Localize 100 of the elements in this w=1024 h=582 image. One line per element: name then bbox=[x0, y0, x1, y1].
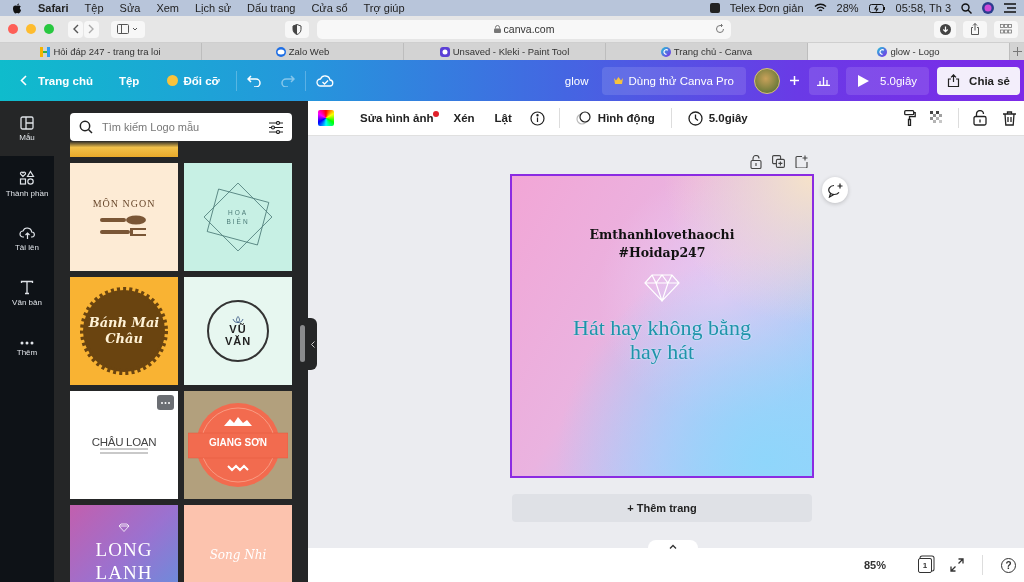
chevron-left-icon bbox=[310, 340, 315, 348]
clock[interactable]: 05:58, Th 3 bbox=[895, 2, 951, 14]
search-bar[interactable]: Tìm kiếm Logo mẫu bbox=[70, 113, 292, 141]
site-icon bbox=[439, 46, 450, 57]
collapse-panel-button[interactable] bbox=[308, 318, 317, 370]
template-card[interactable]: VŨ VĂN bbox=[184, 277, 292, 385]
template-card[interactable]: MÔN NGON bbox=[70, 163, 178, 271]
design-canvas[interactable]: Emthanhlovethaochi #Hoidap247 Hát hay không bằng hay hát bbox=[510, 174, 814, 478]
share-button[interactable]: Chia sẻ bbox=[937, 66, 1020, 95]
site-icon bbox=[40, 46, 51, 57]
search-icon[interactable] bbox=[961, 2, 972, 14]
layout-icon bbox=[20, 115, 34, 130]
tab-overview-button[interactable] bbox=[994, 20, 1018, 38]
menu-item[interactable]: Tệp bbox=[84, 2, 104, 14]
share-icon bbox=[970, 23, 980, 35]
scrollbar-thumb[interactable] bbox=[300, 325, 305, 362]
input-method-label[interactable]: Telex Đơn giản bbox=[729, 2, 804, 14]
template-title: MÔN NGON bbox=[92, 197, 156, 209]
crop-button[interactable]: Xén bbox=[445, 108, 483, 128]
diamond-icon bbox=[644, 274, 680, 302]
cloud-upload-icon bbox=[18, 225, 36, 240]
menu-item[interactable]: Sửa bbox=[119, 2, 141, 14]
back-button[interactable] bbox=[68, 20, 83, 38]
new-tab-icon[interactable] bbox=[1012, 47, 1022, 56]
unlock-icon[interactable] bbox=[750, 155, 762, 169]
info-icon[interactable] bbox=[529, 110, 545, 126]
privacy-shield-button[interactable] bbox=[285, 20, 309, 38]
clock-icon bbox=[687, 110, 703, 126]
transparency-icon[interactable] bbox=[930, 111, 944, 125]
add-comment-button[interactable] bbox=[822, 177, 848, 203]
sidebar-item[interactable]: Tải lên bbox=[0, 211, 54, 266]
battery-icon[interactable] bbox=[868, 3, 886, 13]
zoom-level[interactable]: 85% bbox=[863, 559, 886, 571]
flip-button[interactable]: Lật bbox=[486, 108, 520, 128]
address-bar[interactable]: canva.com bbox=[317, 19, 731, 39]
page-count[interactable]: 1 bbox=[918, 557, 932, 573]
template-card[interactable]: LONG LANH bbox=[70, 505, 178, 582]
battery-percent: 28% bbox=[836, 2, 859, 14]
apple-logo-icon[interactable] bbox=[12, 2, 22, 14]
circle-frame-drawing bbox=[206, 299, 270, 363]
template-card[interactable] bbox=[70, 141, 178, 157]
add-icon[interactable] bbox=[790, 76, 799, 85]
present-button[interactable]: 5.0giây bbox=[846, 66, 930, 95]
design-title[interactable]: glow bbox=[564, 74, 589, 87]
cloud-check-icon[interactable] bbox=[315, 74, 334, 87]
avatar[interactable] bbox=[754, 67, 780, 94]
more-icon bbox=[20, 340, 34, 345]
paint-roller-icon[interactable] bbox=[904, 110, 916, 126]
add-page-icon[interactable] bbox=[795, 155, 808, 168]
wifi-icon[interactable] bbox=[813, 3, 827, 13]
sidebar-item[interactable]: Thành phần bbox=[0, 156, 54, 211]
menu-item[interactable]: Dấu trang bbox=[247, 2, 296, 14]
download-button[interactable] bbox=[934, 20, 956, 38]
shapes-icon bbox=[19, 169, 35, 186]
template-card[interactable]: CHÂU LOAN bbox=[70, 391, 178, 499]
template-title: VŨ VĂN bbox=[223, 322, 253, 347]
template-title: GIANG SƠN bbox=[209, 436, 267, 448]
add-page-button[interactable]: + Thêm trang bbox=[512, 494, 812, 522]
chevron-right-icon bbox=[88, 24, 95, 34]
menu-item[interactable]: Trợ giúp bbox=[363, 2, 405, 14]
share-button[interactable] bbox=[963, 20, 987, 38]
chevron-left-icon bbox=[20, 75, 27, 86]
sidebar-item[interactable]: Mẫu bbox=[0, 101, 54, 156]
sidebar-item[interactable]: Văn bản bbox=[0, 266, 54, 321]
undo-icon[interactable] bbox=[246, 74, 262, 87]
diamond-icon bbox=[118, 523, 130, 532]
menu-item[interactable]: Safari bbox=[38, 2, 69, 14]
search-field[interactable]: Tìm kiếm Logo mẫu bbox=[100, 120, 262, 134]
sidebar-item[interactable]: Thêm bbox=[0, 321, 54, 376]
upload-icon bbox=[947, 74, 961, 87]
menu-item[interactable]: Xem bbox=[156, 2, 179, 14]
more-options-button[interactable] bbox=[157, 395, 174, 410]
template-card[interactable]: Bánh Mai Châu bbox=[70, 277, 178, 385]
filter-icon[interactable] bbox=[269, 120, 283, 134]
unlock-icon[interactable] bbox=[973, 110, 987, 126]
coin-icon bbox=[167, 75, 179, 86]
siri-icon[interactable] bbox=[982, 2, 994, 14]
keyboard-icon[interactable] bbox=[709, 3, 720, 13]
bar-chart-icon bbox=[817, 75, 830, 86]
color-picker-button[interactable] bbox=[318, 110, 334, 126]
menu-item[interactable]: Lịch sử bbox=[195, 2, 232, 14]
fullscreen-icon[interactable] bbox=[950, 558, 964, 572]
browser-tab[interactable]: glow - Logo bbox=[808, 43, 1010, 60]
site-icon bbox=[275, 46, 286, 57]
canva-pro-trial-button[interactable]: Dùng thử Canva Pro bbox=[602, 66, 746, 95]
sidebar-button[interactable] bbox=[111, 20, 145, 38]
trash-icon[interactable] bbox=[1003, 110, 1016, 126]
lotus-icon bbox=[232, 315, 244, 323]
edit-image-button[interactable]: Sửa hình ảnh bbox=[352, 108, 442, 128]
list-icon[interactable] bbox=[1004, 3, 1016, 13]
animate-button[interactable]: Hình động bbox=[567, 107, 663, 129]
lock-icon bbox=[493, 25, 501, 33]
design-heading: Emthanhlovethaochi bbox=[589, 226, 735, 244]
menu-item[interactable]: Cửa sổ bbox=[311, 2, 348, 14]
reload-icon[interactable] bbox=[715, 23, 725, 34]
crown-icon bbox=[614, 77, 624, 84]
play-icon bbox=[858, 74, 869, 87]
insights-button[interactable] bbox=[809, 66, 838, 95]
duration-button[interactable]: 5.0giây bbox=[679, 106, 756, 130]
duplicate-icon[interactable] bbox=[772, 155, 785, 168]
